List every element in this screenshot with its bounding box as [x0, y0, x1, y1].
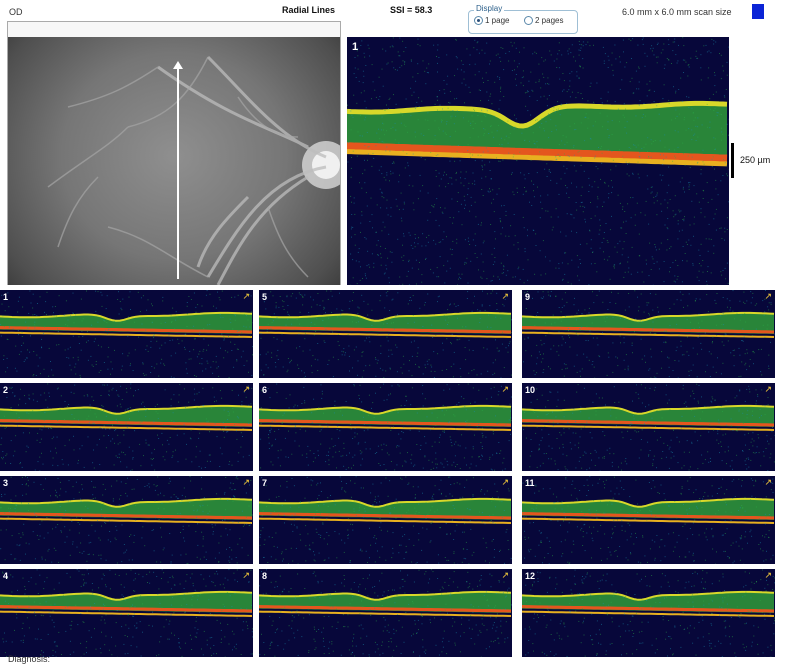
- retina-layers: [347, 37, 729, 285]
- bscan-thumbnail-number: 11: [525, 478, 535, 488]
- scan-line-arrow: [177, 67, 179, 279]
- bscan-thumbnail-number: 1: [3, 292, 8, 302]
- display-legend: Display: [474, 4, 504, 13]
- retina-layers: [0, 290, 253, 378]
- color-swatch[interactable]: [752, 4, 764, 19]
- two-pages-radio[interactable]: 2 pages: [524, 16, 563, 25]
- bscan-thumbnail-number: 3: [3, 478, 8, 488]
- scan-type-label: Radial Lines: [282, 5, 335, 15]
- orientation-arrow-icon: ↗: [764, 570, 772, 581]
- bscan-thumbnail[interactable]: 7↗: [259, 476, 512, 564]
- two-pages-label: 2 pages: [535, 16, 563, 25]
- orientation-arrow-icon: ↗: [764, 477, 772, 488]
- bscan-thumbnail-number: 2: [3, 385, 8, 395]
- bscan-thumbnail-number: 7: [262, 478, 267, 488]
- bscan-thumbnail[interactable]: 3↗: [0, 476, 253, 564]
- scan-size-label: 6.0 mm x 6.0 mm scan size: [622, 7, 732, 17]
- radio-unselected-icon: [524, 16, 533, 25]
- orientation-arrow-icon: ↗: [242, 570, 250, 581]
- retina-layers: [522, 569, 775, 657]
- one-page-label: 1 page: [485, 16, 509, 25]
- bscan-thumbnail[interactable]: 9↗: [522, 290, 775, 378]
- bscan-thumbnail-number: 5: [262, 292, 267, 302]
- bscan-thumbnail[interactable]: 4↗: [0, 569, 253, 657]
- bscan-thumbnail[interactable]: 11 ↗: [522, 476, 775, 564]
- bscan-thumbnail[interactable]: 5↗: [259, 290, 512, 378]
- orientation-arrow-icon: ↗: [764, 384, 772, 395]
- orientation-arrow-icon: ↗: [764, 291, 772, 302]
- bscan-thumbnail[interactable]: 8↗: [259, 569, 512, 657]
- retina-layers: [522, 290, 775, 378]
- ssi-value: SSI = 58.3: [390, 5, 432, 15]
- bscan-thumbnail-number: 12: [525, 571, 535, 581]
- retina-layers: [259, 290, 512, 378]
- bscan-thumbnail-number: 6: [262, 385, 267, 395]
- fundus-image[interactable]: [8, 37, 340, 285]
- eye-label: OD: [9, 7, 23, 17]
- main-bscan-image[interactable]: 1: [347, 37, 729, 285]
- orientation-arrow-icon: ↗: [501, 291, 509, 302]
- orientation-arrow-icon: ↗: [242, 477, 250, 488]
- bscan-thumbnail[interactable]: 2↗: [0, 383, 253, 471]
- orientation-arrow-icon: ↗: [242, 291, 250, 302]
- bscan-thumbnail-number: 4: [3, 571, 8, 581]
- retina-layers: [259, 383, 512, 471]
- one-page-radio[interactable]: 1 page: [474, 16, 509, 25]
- bscan-thumbnail[interactable]: 12 ↗: [522, 569, 775, 657]
- main-bscan-number: 1: [352, 41, 358, 53]
- radio-selected-icon: [474, 16, 483, 25]
- bscan-thumbnail[interactable]: 1↗: [0, 290, 253, 378]
- retina-layers: [0, 569, 253, 657]
- scale-bar-label: 250 µm: [740, 155, 770, 165]
- retina-layers: [259, 569, 512, 657]
- bscan-thumbnail[interactable]: 10 ↗: [522, 383, 775, 471]
- orientation-arrow-icon: ↗: [501, 570, 509, 581]
- retina-layers: [0, 383, 253, 471]
- display-options-group: Display 1 page 2 pages: [468, 10, 578, 34]
- retina-layers: [522, 476, 775, 564]
- orientation-arrow-icon: ↗: [501, 384, 509, 395]
- bscan-thumbnail-number: 9: [525, 292, 530, 302]
- retina-layers: [522, 383, 775, 471]
- retina-layers: [0, 476, 253, 564]
- orientation-arrow-icon: ↗: [242, 384, 250, 395]
- fundus-vessels: [8, 37, 340, 285]
- bscan-thumbnail-number: 8: [262, 571, 267, 581]
- bscan-thumbnail-number: 10: [525, 385, 535, 395]
- bscan-thumbnail[interactable]: 6↗: [259, 383, 512, 471]
- retina-layers: [259, 476, 512, 564]
- diagnosis-label: Diagnosis:: [8, 654, 50, 664]
- orientation-arrow-icon: ↗: [501, 477, 509, 488]
- scale-bar: [731, 143, 734, 178]
